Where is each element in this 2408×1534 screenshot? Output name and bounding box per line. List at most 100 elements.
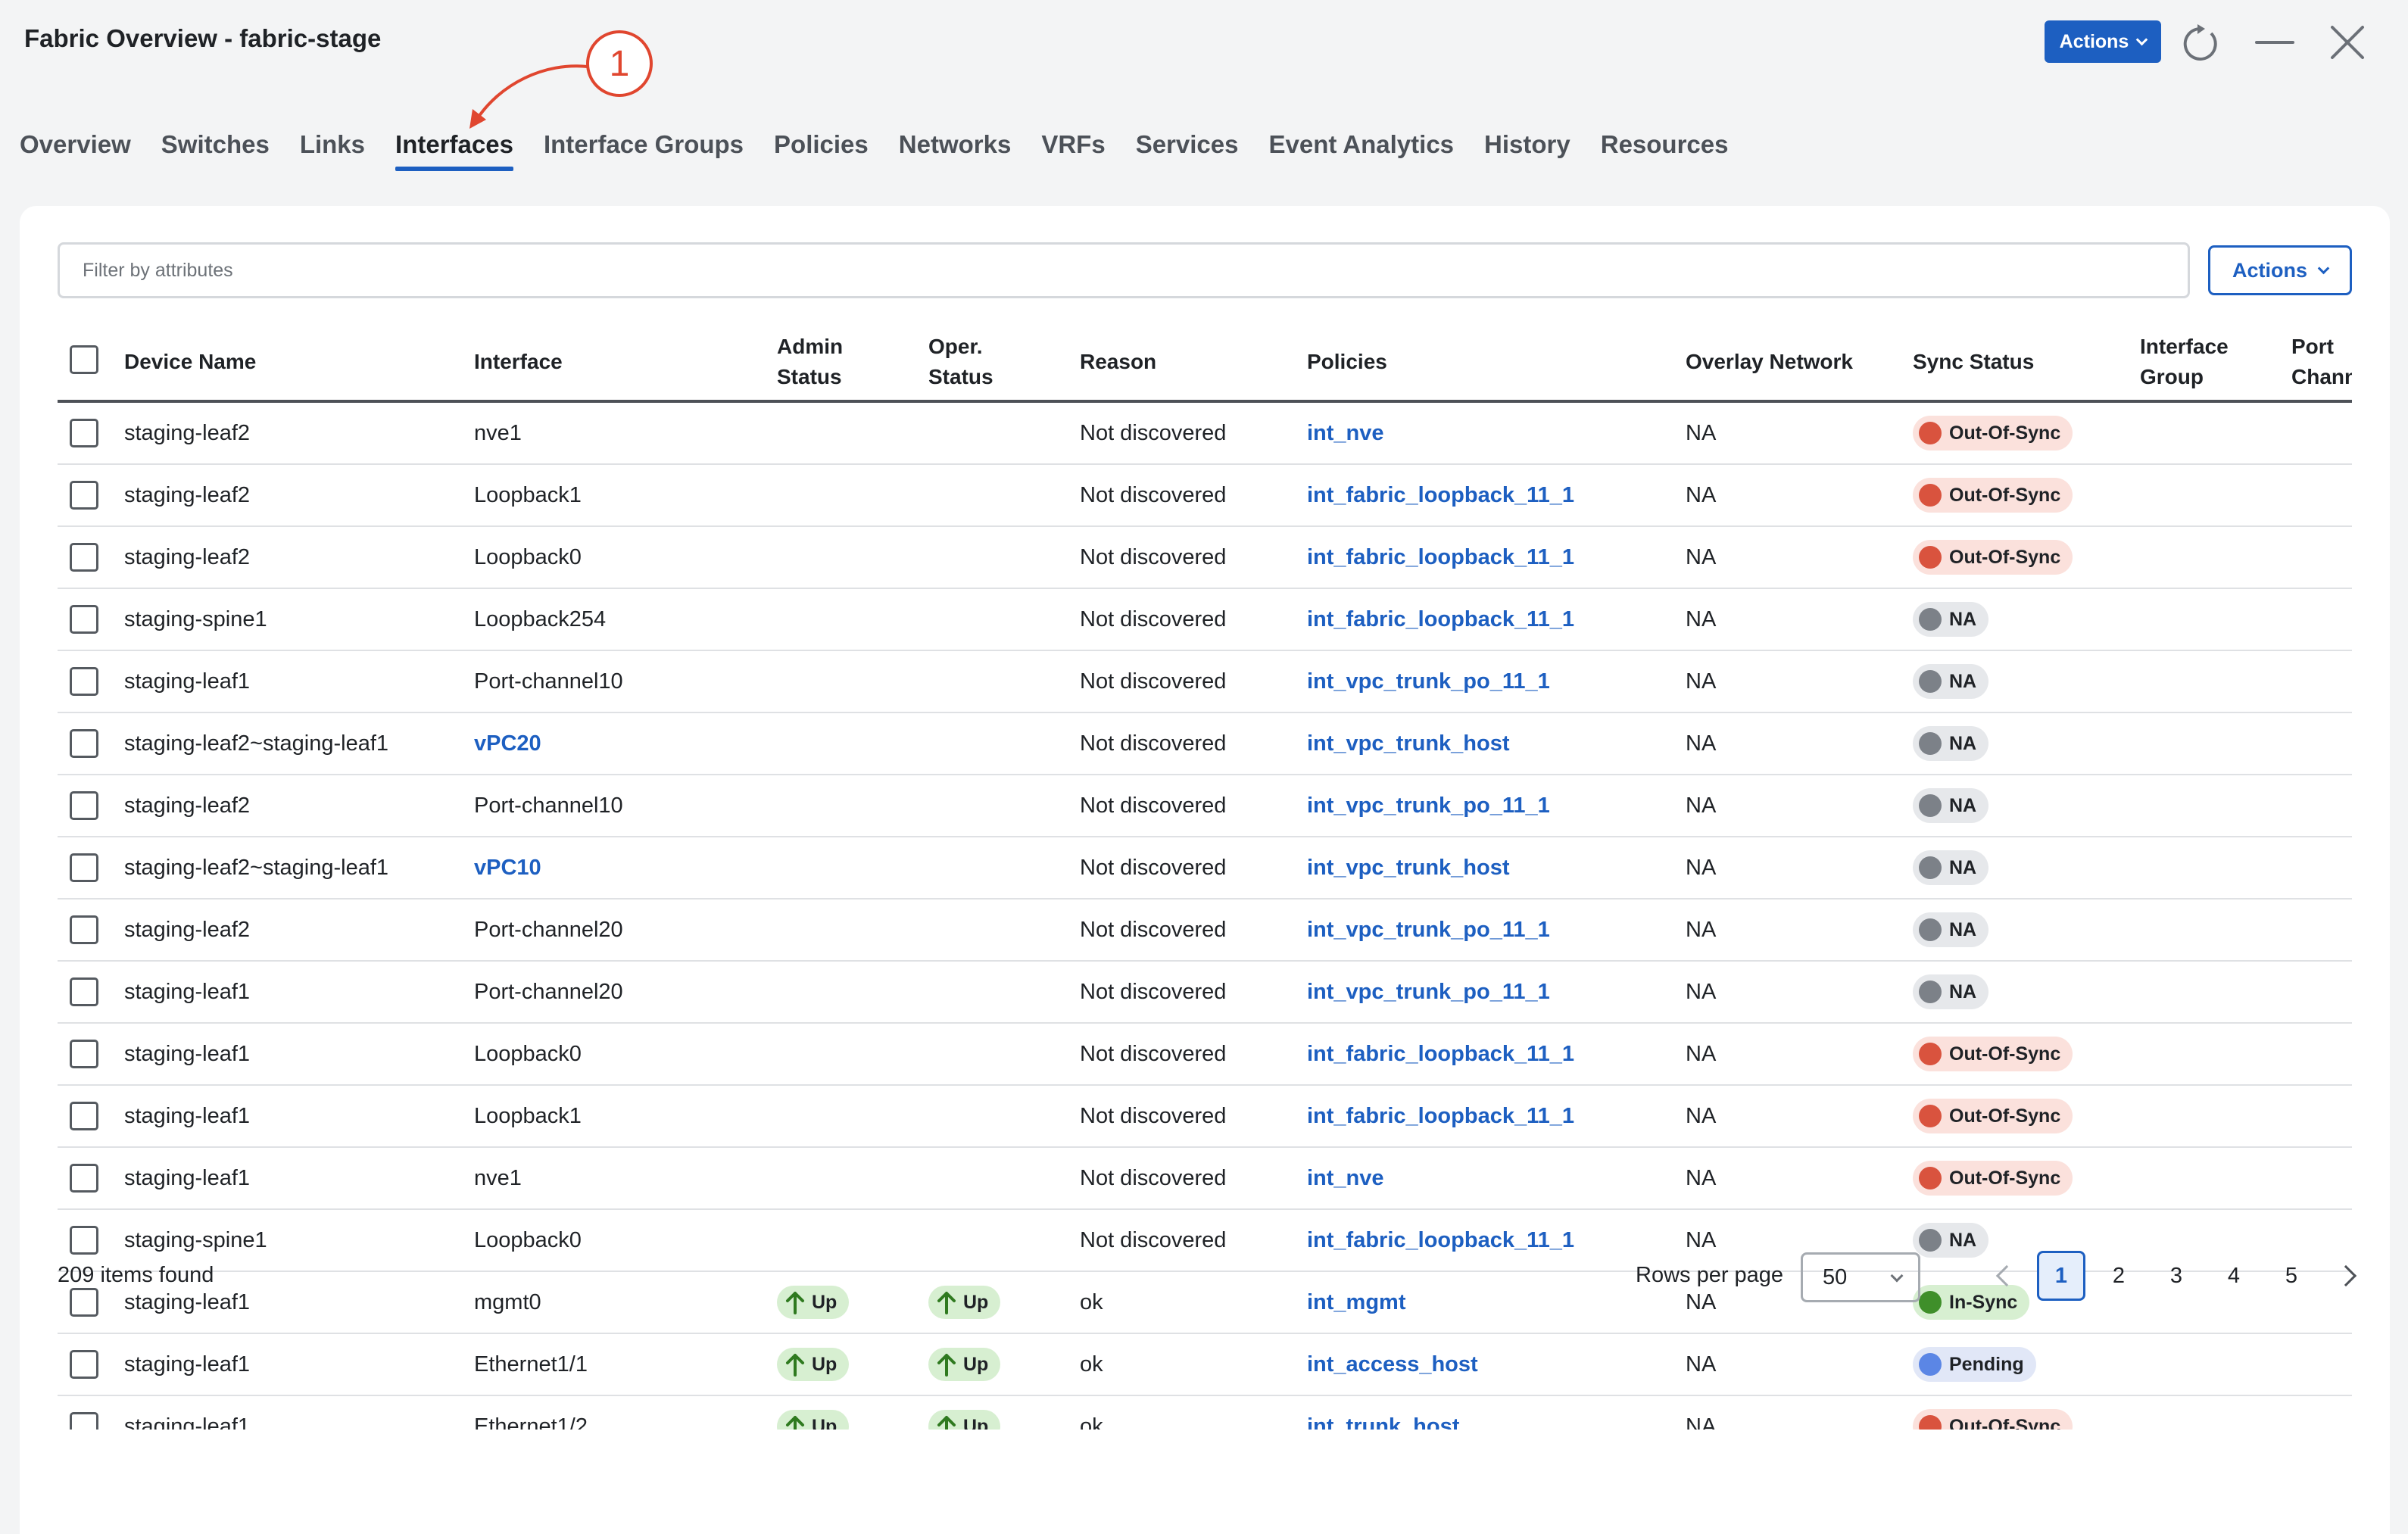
row-checkbox[interactable] — [70, 962, 98, 1022]
col-overlay-network[interactable]: Overlay Network — [1686, 347, 1853, 377]
page-1-button[interactable]: 1 — [2037, 1251, 2085, 1301]
table-row[interactable]: staging-leaf1 Port-channel10 Not discovere… — [58, 651, 2352, 713]
policy-link[interactable]: int_nve — [1307, 403, 1384, 463]
tab-resources[interactable]: Resources — [1601, 127, 1729, 173]
col-oper-status[interactable]: Oper. Status — [928, 332, 993, 392]
close-icon[interactable] — [2328, 23, 2367, 62]
col-policies[interactable]: Policies — [1307, 347, 1387, 377]
tab-interfaces[interactable]: Interfaces — [395, 127, 513, 173]
device-name: staging-leaf2 — [124, 793, 251, 818]
policy-link[interactable]: int_fabric_loopback_11_1 — [1307, 527, 1574, 588]
overlay-network: NA — [1686, 1227, 1717, 1252]
filter-input[interactable] — [58, 242, 2190, 298]
refresh-icon[interactable] — [2181, 24, 2220, 64]
policy-link[interactable]: int_fabric_loopback_11_1 — [1307, 465, 1574, 525]
policy-link[interactable]: int_trunk_host — [1307, 1396, 1459, 1430]
overlay-network: NA — [1686, 1165, 1717, 1190]
policy-link[interactable]: int_access_host — [1307, 1334, 1478, 1395]
tab-overview[interactable]: Overview — [20, 127, 131, 173]
row-checkbox[interactable] — [70, 1396, 98, 1430]
row-checkbox[interactable] — [70, 775, 98, 836]
table-row[interactable]: staging-leaf2 Port-channel20 Not discovere… — [58, 900, 2352, 962]
policy-link[interactable]: int_fabric_loopback_11_1 — [1307, 1086, 1574, 1146]
page-4-button[interactable]: 4 — [2210, 1251, 2258, 1301]
col-interface[interactable]: Interface — [474, 347, 563, 377]
page-2-button[interactable]: 2 — [2095, 1251, 2143, 1301]
col-admin-status[interactable]: Admin Status — [777, 332, 843, 392]
col-reason[interactable]: Reason — [1080, 347, 1156, 377]
table-row[interactable]: staging-leaf2~staging-leaf1 vPC10 Not disc… — [58, 837, 2352, 900]
tab-networks[interactable]: Networks — [899, 127, 1012, 173]
window-header: Fabric Overview - fabric-stage 1 Actions — [0, 0, 2408, 129]
interface-name[interactable]: vPC20 — [474, 713, 541, 774]
tab-services[interactable]: Services — [1136, 127, 1239, 173]
policy-link[interactable]: int_vpc_trunk_po_11_1 — [1307, 651, 1550, 712]
row-checkbox[interactable] — [70, 1024, 98, 1084]
policy-link[interactable]: int_vpc_trunk_host — [1307, 837, 1510, 898]
select-all-checkbox[interactable] — [70, 345, 98, 374]
tab-interface-groups[interactable]: Interface Groups — [544, 127, 744, 173]
table-row[interactable]: staging-leaf1 Ethernet1/2 Up Up ok int_trunk_… — [58, 1396, 2352, 1430]
policy-link[interactable]: int_vpc_trunk_po_11_1 — [1307, 775, 1550, 836]
table-row[interactable]: staging-leaf1 Ethernet1/1 Up Up ok int_access… — [58, 1334, 2352, 1396]
table-row[interactable]: staging-leaf2 nve1 Not discovered int_nve NA… — [58, 403, 2352, 465]
row-checkbox[interactable] — [70, 651, 98, 712]
table-row[interactable]: staging-leaf2 Port-channel10 Not discovere… — [58, 775, 2352, 837]
table-actions-button[interactable]: Actions — [2208, 245, 2352, 295]
reason: Not discovered — [1080, 669, 1227, 694]
tab-policies[interactable]: Policies — [774, 127, 869, 173]
col-device-name[interactable]: Device Name — [124, 347, 256, 377]
policy-link[interactable]: int_fabric_loopback_11_1 — [1307, 589, 1574, 650]
row-checkbox[interactable] — [70, 403, 98, 463]
table-row[interactable]: staging-spine1 Loopback254 Not discovered i… — [58, 589, 2352, 651]
pagination-next-button[interactable] — [2325, 1251, 2373, 1301]
row-checkbox[interactable] — [70, 589, 98, 650]
interface-name[interactable]: vPC10 — [474, 837, 541, 898]
page-3-button[interactable]: 3 — [2152, 1251, 2201, 1301]
policy-link[interactable]: int_vpc_trunk_po_11_1 — [1307, 900, 1550, 960]
tab-history[interactable]: History — [1484, 127, 1571, 173]
row-checkbox[interactable] — [70, 527, 98, 588]
chevron-down-icon — [2317, 262, 2330, 274]
page-5-button[interactable]: 5 — [2267, 1251, 2316, 1301]
table-row[interactable]: staging-leaf1 Port-channel20 Not discovere… — [58, 962, 2352, 1024]
row-checkbox[interactable] — [70, 1334, 98, 1395]
row-checkbox[interactable] — [70, 1086, 98, 1146]
table-row[interactable]: staging-leaf2 Loopback0 Not discovered int_… — [58, 527, 2352, 589]
minimize-icon[interactable] — [2255, 41, 2294, 44]
table-row[interactable]: staging-leaf2~staging-leaf1 vPC20 Not disc… — [58, 713, 2352, 775]
policy-link[interactable]: int_mgmt — [1307, 1272, 1406, 1333]
pagination-prev-button[interactable] — [1979, 1251, 2028, 1301]
policy-link[interactable]: int_fabric_loopback_11_1 — [1307, 1024, 1574, 1084]
row-checkbox[interactable] — [70, 837, 98, 898]
col-sync-status[interactable]: Sync Status — [1913, 347, 2034, 377]
col-interface-group[interactable]: Interface Group — [2140, 332, 2229, 392]
row-checkbox[interactable] — [70, 1210, 98, 1271]
row-checkbox[interactable] — [70, 900, 98, 960]
header-actions-button[interactable]: Actions — [2045, 20, 2161, 63]
tab-switches[interactable]: Switches — [161, 127, 270, 173]
overlay-network: NA — [1686, 731, 1717, 756]
table-row[interactable]: staging-leaf2 Loopback1 Not discovered int_… — [58, 465, 2352, 527]
status-dot-icon — [1919, 1353, 1942, 1376]
tab-event-analytics[interactable]: Event Analytics — [1268, 127, 1454, 173]
sync-status-badge: Out-Of-Sync — [1913, 1037, 2073, 1071]
policy-link[interactable]: int_nve — [1307, 1148, 1384, 1208]
rows-per-page-select[interactable]: 50 — [1801, 1252, 1920, 1302]
policy-link[interactable]: int_vpc_trunk_po_11_1 — [1307, 962, 1550, 1022]
row-checkbox[interactable] — [70, 1148, 98, 1208]
table-row[interactable]: staging-leaf1 Loopback0 Not discovered int_… — [58, 1024, 2352, 1086]
table-row[interactable]: staging-leaf1 nve1 Not discovered int_nve NA… — [58, 1148, 2352, 1210]
reason: ok — [1080, 1414, 1103, 1430]
policy-link[interactable]: int_fabric_loopback_11_1 — [1307, 1210, 1574, 1271]
tab-links[interactable]: Links — [300, 127, 365, 173]
table-row[interactable]: staging-leaf1 Loopback1 Not discovered int_… — [58, 1086, 2352, 1148]
policy-link[interactable]: int_vpc_trunk_host — [1307, 713, 1510, 774]
row-checkbox[interactable] — [70, 465, 98, 525]
device-name: staging-leaf2 — [124, 482, 251, 507]
sync-status-badge: NA — [1913, 726, 1989, 761]
sync-status-badge: NA — [1913, 912, 1989, 947]
col-port-channel[interactable]: Port Chann — [2291, 332, 2352, 392]
tab-vrfs[interactable]: VRFs — [1041, 127, 1105, 173]
row-checkbox[interactable] — [70, 713, 98, 774]
